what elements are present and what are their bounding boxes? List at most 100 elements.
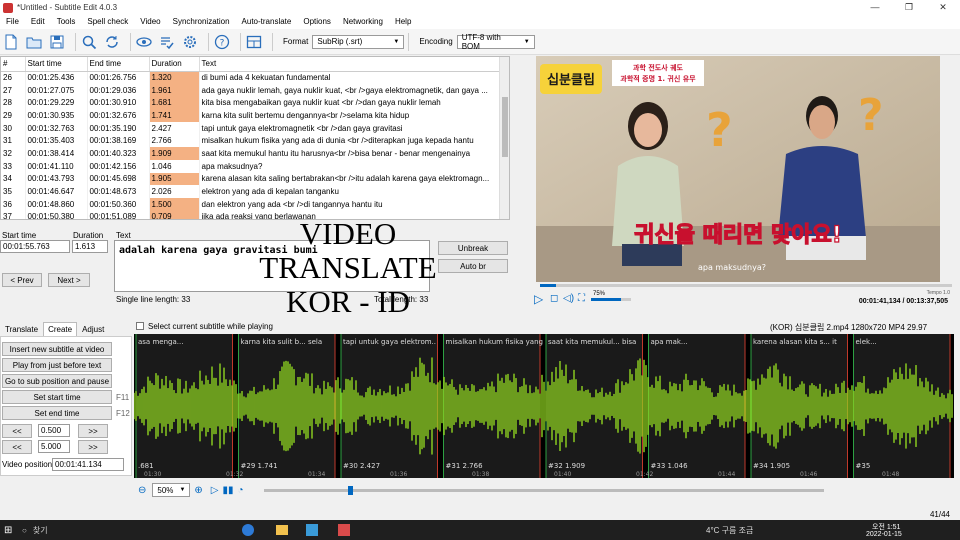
insert-subtitle-button[interactable]: Insert new subtitle at video (2, 342, 112, 356)
table-row[interactable]: 34 00:01:43.793 00:01:45.698 1.905 karena al… (1, 172, 501, 186)
row-number: 27 (1, 83, 26, 97)
windows-start-icon[interactable]: ⊞ (4, 525, 12, 536)
table-row[interactable]: 36 00:01:48.860 00:01:50.360 1.500 dan elekt… (1, 197, 501, 211)
video-position-field[interactable]: 00:01:41.134 (52, 458, 124, 471)
row-end-time: 00:01:32.676 (87, 109, 150, 122)
minimize-icon[interactable]: — (858, 0, 892, 15)
menu-edit[interactable]: Edit (25, 15, 51, 29)
go-to-sub-button[interactable]: Go to sub position and pause (2, 374, 112, 388)
zoom-select[interactable]: 50% ▼ (152, 483, 191, 497)
next-button[interactable]: Next > (48, 273, 90, 287)
column-duration[interactable]: Duration (149, 57, 200, 72)
toolbar-divider (208, 32, 209, 51)
fullscreen-icon[interactable]: ⛶ (578, 293, 585, 304)
play-waveform-icon[interactable]: ▷ (211, 485, 219, 496)
menu-auto-translate[interactable]: Auto-translate (236, 15, 298, 29)
subtitle-table: # Start time End time Duration Text 26 00… (1, 57, 501, 219)
row-duration: 1.681 (149, 96, 200, 110)
find-icon[interactable] (80, 33, 98, 51)
menu-options[interactable]: Options (297, 15, 337, 29)
column-text[interactable]: Text (199, 57, 501, 72)
folder-icon[interactable] (276, 525, 288, 535)
table-row[interactable]: 33 00:01:41.110 00:01:42.156 1.046 apa maksu… (1, 159, 501, 173)
set-end-time-button[interactable]: Set end time (2, 406, 112, 420)
grid-scrollbar[interactable] (499, 57, 509, 219)
menu-file[interactable]: File (0, 15, 25, 29)
stop-icon[interactable]: ◻ (550, 293, 558, 304)
menu-synchronization[interactable]: Synchronization (167, 15, 236, 29)
subtitle-grid[interactable]: # Start time End time Duration Text 26 00… (0, 56, 510, 220)
tab-create[interactable]: Create (43, 322, 78, 336)
subtitle-edit-taskbar-icon[interactable] (338, 524, 350, 536)
scrollbar-thumb[interactable] (502, 97, 508, 157)
table-row[interactable]: 35 00:01:46.647 00:01:48.673 2.026 elektron … (1, 185, 501, 198)
row-end-time: 00:01:29.036 (87, 83, 150, 97)
rewind-small-button[interactable]: << (2, 424, 32, 438)
spell-check-icon[interactable] (158, 33, 176, 51)
maximize-icon[interactable]: ❐ (892, 0, 926, 15)
tab-translate[interactable]: Translate (0, 322, 43, 336)
menu-video[interactable]: Video (134, 15, 166, 29)
zoom-in-icon[interactable]: ⊕ (194, 485, 202, 496)
tab-adjust[interactable]: Adjust (77, 322, 109, 336)
select-current-checkbox[interactable] (136, 322, 144, 330)
volume-slider[interactable] (591, 298, 631, 301)
menu-spell-check[interactable]: Spell check (81, 15, 134, 29)
duration-field[interactable]: 1.613 (72, 240, 108, 253)
close-icon[interactable]: ✕ (926, 0, 960, 15)
layout-icon[interactable] (245, 33, 263, 51)
row-end-time: 00:01:42.156 (87, 159, 150, 173)
set-start-time-button[interactable]: Set start time (2, 390, 112, 404)
waveform-time-tick: 01:30 (144, 471, 161, 478)
menu-tools[interactable]: Tools (51, 15, 82, 29)
start-time-field[interactable]: 00:01:55.763 (0, 240, 70, 253)
step-large-field[interactable]: 5.000 (38, 440, 70, 453)
open-folder-icon[interactable] (25, 33, 43, 51)
settings-icon[interactable] (181, 33, 199, 51)
zoom-out-icon[interactable]: ⊖ (138, 485, 146, 496)
video-seek-bar[interactable] (540, 284, 952, 287)
prev-button[interactable]: < Prev (2, 273, 42, 287)
volume-icon[interactable]: ◁) (563, 293, 574, 304)
waveform-time-tick: 01:46 (800, 471, 817, 478)
table-row[interactable]: 28 00:01:29.229 00:01:30.910 1.681 kita bisa… (1, 96, 501, 110)
menu-networking[interactable]: Networking (337, 15, 389, 29)
table-row[interactable]: 26 00:01:25.436 00:01:26.756 1.320 di bumi a… (1, 71, 501, 84)
new-file-icon[interactable] (2, 33, 20, 51)
toolbar-divider (408, 32, 410, 51)
table-row[interactable]: 27 00:01:27.075 00:01:29.036 1.961 ada gaya … (1, 83, 501, 97)
pause-icon[interactable]: ▮▮ (222, 485, 233, 496)
question-mark-decor: ? (858, 90, 884, 141)
speed-icon[interactable]: ◔ (238, 485, 244, 496)
table-row[interactable]: 31 00:01:35.403 00:01:38.169 2.766 misalkan … (1, 134, 501, 148)
help-icon[interactable]: ? (213, 33, 231, 51)
table-row[interactable]: 29 00:01:30.935 00:01:32.676 1.741 karna kit… (1, 109, 501, 122)
replace-icon[interactable] (103, 33, 121, 51)
column-start-time[interactable]: Start time (25, 57, 88, 72)
play-before-button[interactable]: Play from just before text (2, 358, 112, 372)
table-row[interactable]: 30 00:01:32.763 00:01:35.190 2.427 tapi untu… (1, 121, 501, 135)
visual-sync-icon[interactable] (135, 33, 153, 51)
encoding-select[interactable]: UTF-8 with BOM ▼ (456, 33, 535, 51)
format-select[interactable]: SubRip (.srt) ▼ (312, 34, 405, 49)
taskbar-search[interactable]: ○ 찾기 (22, 522, 182, 538)
forward-small-button[interactable]: >> (78, 424, 108, 438)
waveform-segment-label: #35 (856, 462, 871, 470)
video-player[interactable]: ? ? 십분클립 과학 전도사 궤도 과학적 증명 1. 귀신 유무 귀신을 때… (536, 56, 940, 282)
waveform-position-slider[interactable] (263, 485, 824, 495)
slider-thumb[interactable] (347, 485, 353, 495)
table-row[interactable]: 32 00:01:38.414 00:01:40.323 1.909 saat kita… (1, 147, 501, 160)
save-icon[interactable] (48, 33, 66, 51)
clock-date: 2022-01-15 (866, 531, 902, 538)
volume-fill (591, 298, 621, 301)
column-end-time[interactable]: End time (87, 57, 150, 72)
column-number[interactable]: # (1, 57, 26, 72)
rewind-large-button[interactable]: << (2, 440, 32, 454)
waveform-panel[interactable]: asa menga... .681 karna kita sulit b... se… (134, 334, 954, 478)
forward-large-button[interactable]: >> (78, 440, 108, 454)
browser-icon[interactable] (242, 524, 254, 536)
step-small-field[interactable]: 0.500 (38, 424, 70, 437)
menu-help[interactable]: Help (389, 15, 417, 29)
app-icon[interactable] (306, 524, 318, 536)
play-icon[interactable]: ▷ (534, 292, 543, 306)
